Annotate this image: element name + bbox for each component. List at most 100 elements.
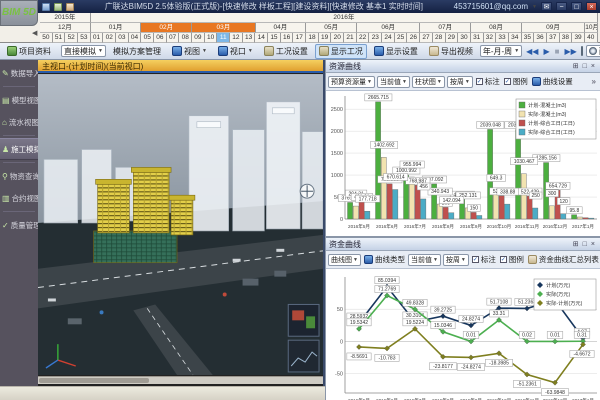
- legend-checkbox[interactable]: ✓ 图例: [503, 76, 529, 87]
- timeline-week[interactable]: 18: [306, 33, 319, 43]
- save-icon[interactable]: [42, 3, 50, 11]
- viewport-scrollbar[interactable]: [38, 376, 323, 384]
- label-checkbox[interactable]: ✓ 标注: [475, 76, 501, 87]
- fast-forward-button[interactable]: ▶▶: [563, 47, 577, 56]
- resource-type-select[interactable]: 预算资源量 ▼: [328, 76, 375, 88]
- timeline-week[interactable]: 40: [585, 33, 598, 43]
- grid-view-icon[interactable]: [581, 46, 583, 56]
- timeline-week[interactable]: 38: [560, 33, 573, 43]
- navigation-wheel-icon[interactable]: [300, 184, 314, 198]
- timeline-week[interactable]: 25: [395, 33, 408, 43]
- viewport-tab[interactable]: 主视口-(计划时间)(当前视口): [38, 60, 323, 73]
- timeline-scroll-left-icon[interactable]: ◀: [32, 29, 37, 37]
- timeline-week[interactable]: 30: [458, 33, 471, 43]
- timeline-week[interactable]: 24: [382, 33, 395, 43]
- timeline-week[interactable]: 52: [65, 33, 78, 43]
- timeline-week[interactable]: 23: [369, 33, 382, 43]
- timeline-week[interactable]: 37: [547, 33, 560, 43]
- timeline-week[interactable]: 01: [91, 33, 104, 43]
- simulation-plan-button[interactable]: 模拟方案管理: [109, 44, 165, 59]
- timeline-week[interactable]: 03: [116, 33, 129, 43]
- timeline-week[interactable]: 19: [319, 33, 332, 43]
- timeline-week[interactable]: 02: [103, 33, 116, 43]
- 3d-scene[interactable]: [38, 73, 323, 376]
- viewport-button[interactable]: 视口 ▼: [214, 44, 257, 59]
- chart-style-select[interactable]: 柱状图 ▼: [412, 76, 445, 88]
- resource-chart[interactable]: 05001000150020002500376.3742665.7151000.…: [326, 91, 600, 236]
- timeline-week[interactable]: 26: [407, 33, 420, 43]
- close-icon[interactable]: ×: [589, 241, 597, 248]
- pin-icon[interactable]: ⊞: [571, 240, 581, 248]
- camera-view-select[interactable]: 西南等轴测 ▼: [586, 45, 600, 57]
- timeline-week[interactable]: 12: [230, 33, 243, 43]
- period-select[interactable]: 按周 ▼: [447, 76, 473, 88]
- fund-period-select[interactable]: 按周 ▼: [443, 254, 469, 266]
- timeline-month[interactable]: 12月: [40, 23, 91, 33]
- condition-settings-button[interactable]: 工况设置: [260, 44, 312, 59]
- sidebar-item-4[interactable]: ♟施工模拟: [0, 138, 38, 160]
- timeline-month[interactable]: 04月: [256, 23, 307, 33]
- timeline-month[interactable]: 10月: [585, 23, 598, 33]
- simulation-mode-select[interactable]: 直接模拟 ▼: [61, 45, 106, 57]
- timeline-month[interactable]: 06月: [357, 23, 420, 33]
- timeline-week[interactable]: 04: [129, 33, 142, 43]
- time-unit-select[interactable]: 年-月-周 ▼: [480, 45, 522, 57]
- timeline-month[interactable]: 02月: [141, 23, 192, 33]
- sidebar-item-6[interactable]: ▥合约视图: [0, 187, 38, 209]
- sidebar-item-3[interactable]: ⌂流水视图: [0, 111, 38, 133]
- model-viewport[interactable]: 主视口-(计划时间)(当前视口): [38, 60, 325, 386]
- timeline-week[interactable]: 29: [446, 33, 459, 43]
- view-button[interactable]: 视图 ▼: [168, 44, 211, 59]
- play-button[interactable]: ▶: [542, 47, 550, 56]
- timeline-month[interactable]: 01月: [91, 23, 142, 33]
- export-video-button[interactable]: 导出视频: [425, 44, 477, 59]
- timeline-week[interactable]: 53: [78, 33, 91, 43]
- fund-label-checkbox[interactable]: ✓ 标注: [471, 254, 497, 265]
- fund-chart-style-select[interactable]: 曲线图 ▼: [328, 254, 361, 266]
- help-icon[interactable]: [66, 3, 74, 11]
- timeline-week[interactable]: 22: [357, 33, 370, 43]
- gantt-timeline[interactable]: ◀ 2015年2016年 12月01月02月03月04月05月06月07月08月…: [0, 13, 600, 43]
- show-condition-button[interactable]: 显示工况: [315, 44, 367, 59]
- rewind-button[interactable]: ◀◀: [525, 47, 539, 56]
- mail-icon[interactable]: ✉: [541, 2, 552, 11]
- bar-chart-svg[interactable]: 05001000150020002500376.3742665.7151000.…: [326, 91, 600, 231]
- maximize-button[interactable]: □: [571, 2, 582, 11]
- timeline-week[interactable]: 06: [154, 33, 167, 43]
- timeline-week[interactable]: 34: [509, 33, 522, 43]
- line-chart-svg[interactable]: -5005028.593285.039430.310439.272524.827…: [326, 269, 600, 400]
- timeline-week[interactable]: 28: [433, 33, 446, 43]
- timeline-week[interactable]: 50: [40, 33, 53, 43]
- sidebar-item-5[interactable]: ⚲物资查询: [0, 165, 38, 187]
- timeline-week[interactable]: 13: [243, 33, 256, 43]
- timeline-week[interactable]: 20: [331, 33, 344, 43]
- timeline-month[interactable]: 05月: [306, 23, 357, 33]
- sidebar-item-7[interactable]: ✓质量管理: [0, 214, 38, 236]
- float-icon[interactable]: □: [581, 63, 589, 70]
- timeline-month[interactable]: 08月: [471, 23, 522, 33]
- timeline-month[interactable]: 03月: [192, 23, 255, 33]
- timeline-week[interactable]: 27: [420, 33, 433, 43]
- minimize-button[interactable]: −: [556, 2, 567, 11]
- stop-button[interactable]: ■: [554, 47, 561, 56]
- timeline-week[interactable]: 17: [293, 33, 306, 43]
- display-settings-button[interactable]: 显示设置: [370, 44, 422, 59]
- fund-summary-button[interactable]: 资金曲线汇总列表: [527, 254, 600, 265]
- timeline-week[interactable]: 08: [179, 33, 192, 43]
- timeline-week[interactable]: 33: [496, 33, 509, 43]
- timeline-week[interactable]: 11: [217, 33, 230, 43]
- timeline-month[interactable]: 09月: [522, 23, 585, 33]
- sidebar-item-1[interactable]: ✎数据导入: [0, 62, 38, 84]
- curve-settings-button[interactable]: 曲线设置: [531, 76, 574, 87]
- timeline-week[interactable]: 39: [572, 33, 585, 43]
- timeline-week[interactable]: 16: [281, 33, 294, 43]
- timeline-week[interactable]: 32: [484, 33, 497, 43]
- timeline-week[interactable]: 51: [53, 33, 66, 43]
- curve-type-button[interactable]: 曲线类型: [363, 254, 406, 265]
- timeline-week[interactable]: 36: [534, 33, 547, 43]
- account-email[interactable]: 453715601@qq.com: [454, 2, 528, 11]
- sidebar-item-2[interactable]: ▤模型视图: [0, 89, 38, 111]
- timeline-week[interactable]: 35: [522, 33, 535, 43]
- toolbar-overflow-icon[interactable]: »: [592, 77, 598, 86]
- timeline-week[interactable]: 15: [268, 33, 281, 43]
